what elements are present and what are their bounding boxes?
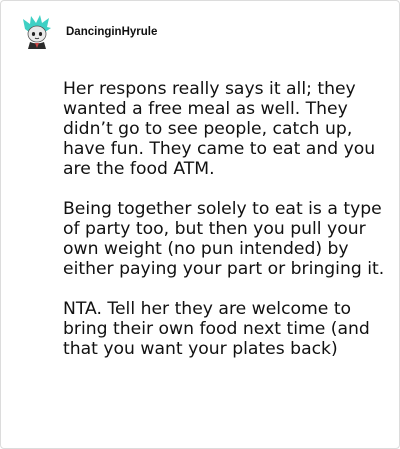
username[interactable]: DancinginHyrule	[66, 26, 157, 38]
post-paragraph: Her respons really says it all; they wan…	[63, 79, 376, 179]
post-body: Her respons really says it all; they wan…	[63, 79, 389, 359]
post-card: DancinginHyrule Her respons really says …	[0, 0, 400, 449]
post-paragraph: NTA. Tell her they are welcome to bring …	[63, 299, 370, 359]
cartoon-character-avatar-icon	[20, 15, 54, 49]
post-header: DancinginHyrule	[20, 15, 157, 49]
avatar[interactable]	[20, 15, 54, 49]
post-paragraph: Being together solely to eat is a type o…	[63, 199, 385, 279]
